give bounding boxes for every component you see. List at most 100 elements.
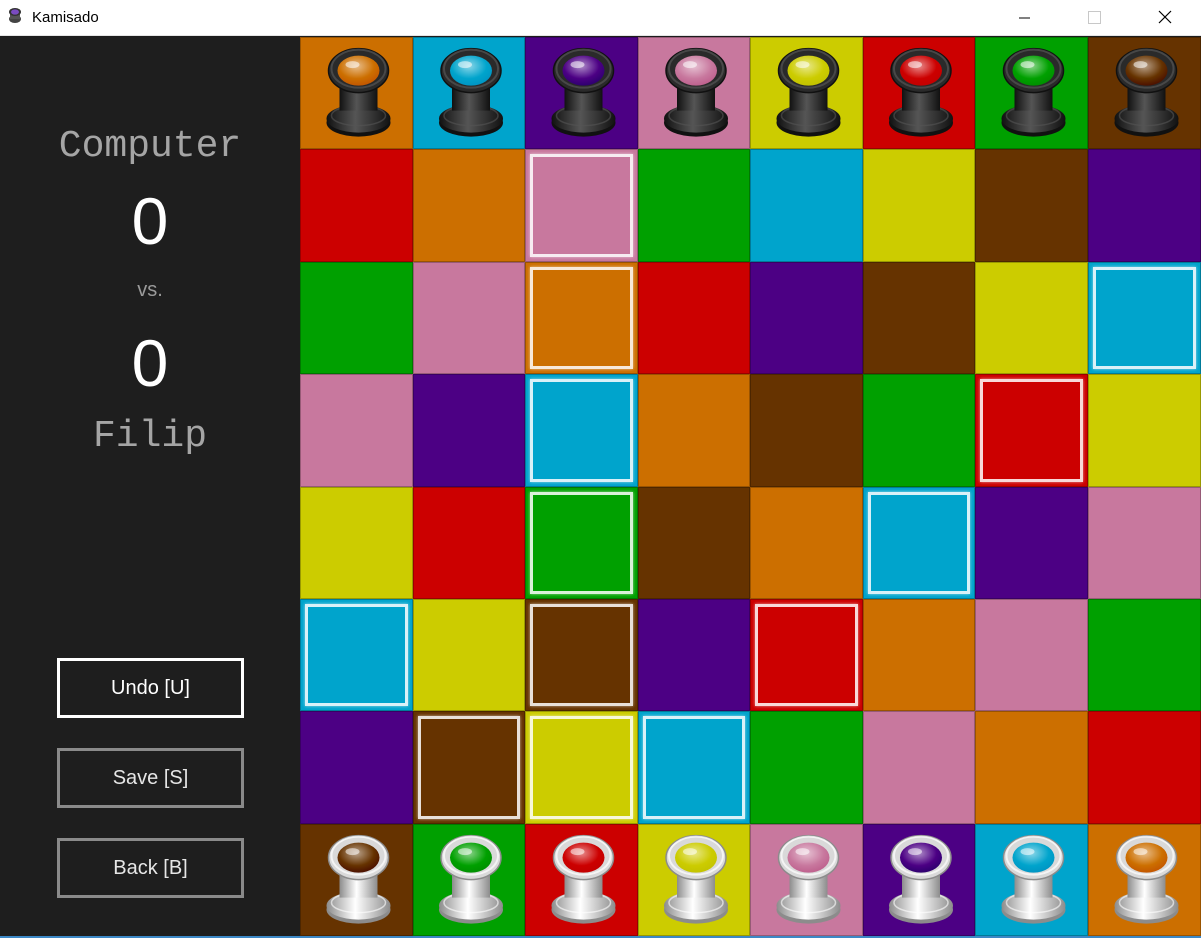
board-cell-yellow[interactable] <box>1088 374 1201 487</box>
board-cell-red[interactable] <box>1088 711 1201 824</box>
tower-piece-white-yellow[interactable] <box>638 824 750 936</box>
board-cell-orange[interactable] <box>975 711 1088 824</box>
cell-border <box>1088 599 1201 711</box>
board-cell-orange[interactable] <box>300 37 413 149</box>
cell-border <box>750 711 863 824</box>
board-cell-pink[interactable] <box>300 374 413 487</box>
board-cell-brown-highlighted[interactable] <box>413 711 525 824</box>
board-cell-purple[interactable] <box>975 487 1088 599</box>
board-cell-red[interactable] <box>300 149 413 262</box>
board-cell-pink[interactable] <box>413 262 525 374</box>
board-cell-red[interactable] <box>413 487 525 599</box>
board-cell-blue-highlighted[interactable] <box>863 487 975 599</box>
board-cell-orange[interactable] <box>638 374 750 487</box>
tower-piece-white-blue[interactable] <box>975 824 1088 936</box>
tower-piece-white-green[interactable] <box>413 824 525 936</box>
kamisado-app-icon <box>9 8 21 23</box>
close-button[interactable] <box>1142 0 1188 36</box>
cell-border <box>525 149 638 262</box>
cell-border <box>300 487 413 599</box>
board-cell-green[interactable] <box>1088 599 1201 711</box>
tower-piece-white-red[interactable] <box>525 824 638 936</box>
board-cell-blue[interactable] <box>413 37 525 149</box>
tower-piece-white-orange[interactable] <box>1088 824 1201 936</box>
board-cell-green[interactable] <box>300 262 413 374</box>
cell-border <box>525 487 638 599</box>
board-cell-brown[interactable] <box>1088 37 1201 149</box>
save-button[interactable]: Save [S] <box>57 748 244 808</box>
board-cell-blue-highlighted[interactable] <box>525 374 638 487</box>
board-cell-blue[interactable] <box>975 824 1088 936</box>
board-cell-green[interactable] <box>413 824 525 936</box>
minimize-button[interactable] <box>1001 0 1047 36</box>
tower-piece-black-green[interactable] <box>975 37 1088 149</box>
board-cell-orange[interactable] <box>413 149 525 262</box>
board-cell-brown[interactable] <box>300 824 413 936</box>
board-cell-yellow[interactable] <box>975 262 1088 374</box>
board-cell-red-highlighted[interactable] <box>750 599 863 711</box>
tower-piece-white-purple[interactable] <box>863 824 975 936</box>
board-cell-purple[interactable] <box>1088 149 1201 262</box>
board-cell-blue-highlighted[interactable] <box>1088 262 1201 374</box>
cell-border <box>1088 711 1201 824</box>
tower-piece-black-pink[interactable] <box>638 37 750 149</box>
tower-piece-white-pink[interactable] <box>750 824 863 936</box>
back-button[interactable]: Back [B] <box>57 838 244 898</box>
board-cell-purple[interactable] <box>750 262 863 374</box>
board-cell-purple[interactable] <box>638 599 750 711</box>
board-cell-yellow[interactable] <box>638 824 750 936</box>
board-cell-orange-highlighted[interactable] <box>525 262 638 374</box>
board-cell-blue[interactable] <box>750 149 863 262</box>
board-cell-pink[interactable] <box>638 37 750 149</box>
board-cell-purple[interactable] <box>525 37 638 149</box>
undo-button[interactable]: Undo [U] <box>57 658 244 718</box>
board-cell-purple[interactable] <box>863 824 975 936</box>
board-cell-pink[interactable] <box>1088 487 1201 599</box>
maximize-button[interactable] <box>1071 0 1117 36</box>
tower-piece-black-brown[interactable] <box>1088 37 1201 149</box>
tower-piece-black-purple[interactable] <box>525 37 638 149</box>
board-cell-green[interactable] <box>638 149 750 262</box>
board-cell-orange[interactable] <box>750 487 863 599</box>
cell-border <box>863 262 975 374</box>
board-cell-pink-highlighted[interactable] <box>525 149 638 262</box>
board-cell-orange[interactable] <box>863 599 975 711</box>
vs-label: vs. <box>137 279 163 301</box>
board-cell-yellow[interactable] <box>863 149 975 262</box>
tower-piece-black-orange[interactable] <box>300 37 413 149</box>
board-cell-red-highlighted[interactable] <box>975 374 1088 487</box>
board-cell-red[interactable] <box>525 824 638 936</box>
board-cell-blue-highlighted[interactable] <box>638 711 750 824</box>
board-cell-brown[interactable] <box>863 262 975 374</box>
cell-border <box>413 374 525 487</box>
board-cell-brown[interactable] <box>975 149 1088 262</box>
board-cell-red[interactable] <box>638 262 750 374</box>
board-cell-green[interactable] <box>975 37 1088 149</box>
board-cell-yellow[interactable] <box>413 599 525 711</box>
maximize-icon <box>1088 11 1101 24</box>
board-cell-red[interactable] <box>863 37 975 149</box>
board-cell-purple[interactable] <box>300 711 413 824</box>
board-cell-pink[interactable] <box>750 824 863 936</box>
board-cell-yellow[interactable] <box>300 487 413 599</box>
cell-border <box>525 599 638 711</box>
board-cell-brown-highlighted[interactable] <box>525 599 638 711</box>
board-cell-pink[interactable] <box>863 711 975 824</box>
board-cell-orange[interactable] <box>1088 824 1201 936</box>
board-cell-purple[interactable] <box>413 374 525 487</box>
board-cell-green[interactable] <box>863 374 975 487</box>
board-cell-green[interactable] <box>750 711 863 824</box>
tower-piece-black-blue[interactable] <box>413 37 525 149</box>
window-titlebar: Kamisado <box>0 0 1201 36</box>
board-cell-yellow[interactable] <box>750 37 863 149</box>
tower-piece-white-brown[interactable] <box>300 824 413 936</box>
board-cell-yellow-highlighted[interactable] <box>525 711 638 824</box>
cell-border <box>413 262 525 374</box>
board-cell-brown[interactable] <box>750 374 863 487</box>
board-cell-pink[interactable] <box>975 599 1088 711</box>
board-cell-brown[interactable] <box>638 487 750 599</box>
board-cell-green-highlighted[interactable] <box>525 487 638 599</box>
tower-piece-black-yellow[interactable] <box>750 37 863 149</box>
board-cell-blue-highlighted[interactable] <box>300 599 413 711</box>
tower-piece-black-red[interactable] <box>863 37 975 149</box>
